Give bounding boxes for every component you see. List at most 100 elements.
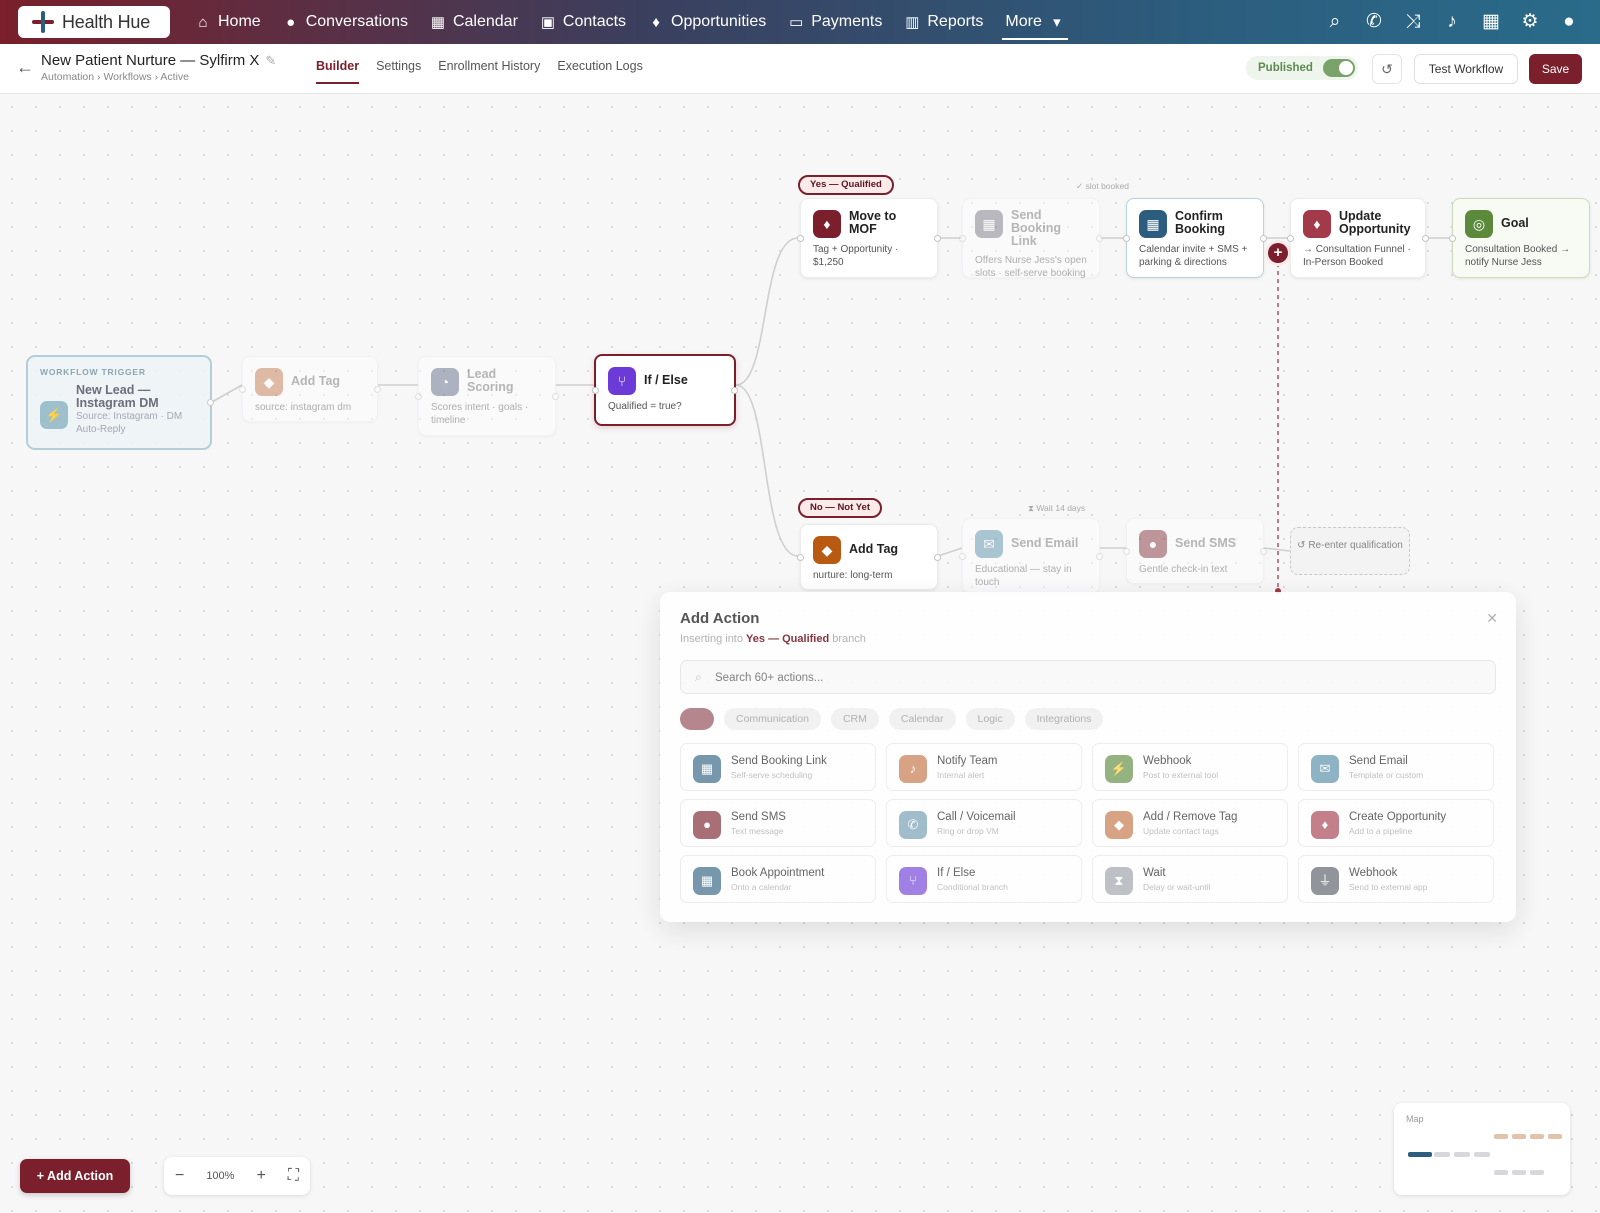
chart-icon: ▥: [905, 14, 920, 31]
test-workflow-button[interactable]: Test Workflow: [1414, 54, 1518, 84]
close-icon[interactable]: ✕: [1486, 610, 1498, 627]
chip-crm[interactable]: CRM: [830, 708, 879, 730]
pencil-icon[interactable]: ✎: [265, 53, 276, 68]
workflow-trigger-node[interactable]: WORKFLOW TRIGGER ⚡ New Lead — Instagram …: [26, 355, 214, 450]
action-create-opportunity[interactable]: ♦ Create Opportunity Add to a pipeline: [1298, 799, 1494, 847]
phone-icon[interactable]: ✆: [1363, 11, 1385, 33]
add-action-button[interactable]: + Add Action: [20, 1159, 130, 1193]
tag-icon: ◆: [813, 536, 841, 564]
action-title: If / Else: [937, 867, 976, 879]
user-icon[interactable]: ●: [1558, 11, 1580, 33]
tab-builder[interactable]: Builder: [316, 44, 360, 94]
input-port[interactable]: [592, 386, 599, 394]
node-send-email[interactable]: ✉ Send Email Educational — stay in touch: [959, 518, 1103, 594]
brand-mark-icon: [32, 11, 54, 33]
reenter-qualification-node[interactable]: ↺ Re-enter qualification: [1290, 527, 1410, 575]
node-move-to-mof[interactable]: ♦ Move to MOF Tag + Opportunity · $1,250: [797, 198, 941, 278]
chip-logic[interactable]: Logic: [965, 708, 1015, 730]
action-webhook[interactable]: ⏚ Webhook Send to external app: [1298, 855, 1494, 903]
chip-communication[interactable]: Communication: [724, 708, 821, 730]
action-add-remove-tag[interactable]: ◆ Add / Remove Tag Update contact tags: [1092, 799, 1288, 847]
node-title: Send SMS: [1175, 535, 1237, 550]
input-port[interactable]: [1123, 234, 1130, 242]
action-notify-team[interactable]: ♪ Notify Team Internal alert: [886, 743, 1082, 791]
calendar-icon: ▦: [693, 867, 721, 895]
calendar-icon[interactable]: ▦: [1480, 11, 1502, 33]
input-port[interactable]: [1123, 547, 1130, 555]
nav-item-calendar[interactable]: ▦ Calendar: [419, 0, 529, 44]
node-if-else[interactable]: ⑂ If / Else Qualified = true?: [592, 354, 738, 426]
node-update-opportunity[interactable]: ♦ Update Opportunity → Consultation Funn…: [1287, 198, 1429, 278]
input-port[interactable]: [1449, 234, 1456, 242]
nav-item-more[interactable]: More ▾: [994, 0, 1075, 44]
output-port[interactable]: [1260, 234, 1267, 242]
action-webhook[interactable]: ⚡ Webhook Post to external tool: [1092, 743, 1288, 791]
output-port[interactable]: [207, 399, 214, 406]
workflow-title[interactable]: New Patient Nurture — Sylfirm X ✎: [41, 52, 276, 69]
history-button[interactable]: ↺: [1372, 54, 1402, 84]
output-port[interactable]: [934, 553, 941, 561]
tab-execution-logs[interactable]: Execution Logs: [557, 44, 642, 94]
minimap[interactable]: Map: [1394, 1103, 1570, 1195]
minimap-label: Map: [1406, 1114, 1424, 1124]
gear-icon[interactable]: ⚙: [1519, 11, 1541, 33]
save-button[interactable]: Save: [1529, 54, 1582, 84]
chip-all[interactable]: [680, 708, 714, 730]
nav-item-conversations[interactable]: ● Conversations: [272, 0, 419, 44]
action-send-sms[interactable]: ● Send SMS Text message: [680, 799, 876, 847]
node-add-tag-nurture[interactable]: ◆ Add Tag nurture: long-term: [797, 524, 941, 590]
bell-icon[interactable]: ♪: [1441, 11, 1463, 33]
action-if-else[interactable]: ⑂ If / Else Conditional branch: [886, 855, 1082, 903]
fit-view-button[interactable]: ⛶: [288, 1167, 299, 1185]
action-wait[interactable]: ⧗ Wait Delay or wait-until: [1092, 855, 1288, 903]
input-port[interactable]: [959, 234, 966, 242]
node-goal[interactable]: ◎ Goal Consultation Booked → notify Nurs…: [1449, 198, 1590, 278]
back-arrow-icon[interactable]: ←: [16, 57, 34, 78]
node-send-sms[interactable]: ● Send SMS Gentle check-in text: [1123, 518, 1267, 584]
output-port[interactable]: [731, 386, 738, 394]
node-lead-scoring[interactable]: ◔ Lead Scoring Scores intent · goals · t…: [415, 356, 559, 436]
input-port[interactable]: [959, 552, 966, 560]
zoom-in-button[interactable]: +: [256, 1167, 265, 1185]
nav-item-opportunities[interactable]: ♦ Opportunities: [637, 0, 777, 44]
action-send-booking-link[interactable]: ▦ Send Booking Link Self-serve scheduling: [680, 743, 876, 791]
nav-item-contacts[interactable]: ▣ Contacts: [529, 0, 637, 44]
input-port[interactable]: [797, 553, 804, 561]
calendar-icon: ▦: [430, 14, 446, 31]
node-title: Send Booking Link: [1011, 208, 1061, 248]
brand-logo[interactable]: Health Hue: [18, 6, 170, 38]
zoom-out-button[interactable]: −: [175, 1167, 184, 1185]
action-send-email[interactable]: ✉ Send Email Template or custom: [1298, 743, 1494, 791]
chip-integrations[interactable]: Integrations: [1024, 708, 1104, 730]
input-port[interactable]: [415, 392, 422, 400]
action-call-voicemail[interactable]: ✆ Call / Voicemail Ring or drop VM: [886, 799, 1082, 847]
nav-item-label: Home: [218, 13, 261, 30]
tab-enrollment-history[interactable]: Enrollment History: [438, 44, 540, 94]
nav-item-payments[interactable]: ▭ Payments: [777, 0, 893, 44]
nav-item-reports[interactable]: ▥ Reports: [893, 0, 994, 44]
action-title: Book Appointment: [731, 867, 825, 879]
node-confirm-booking[interactable]: ▦ Confirm Booking Calendar invite + SMS …: [1123, 198, 1267, 278]
output-port[interactable]: [1422, 234, 1429, 242]
output-port[interactable]: [1096, 234, 1103, 242]
node-add-tag[interactable]: ◆ Add Tag source: instagram dm: [239, 356, 381, 422]
output-port[interactable]: [1096, 552, 1103, 560]
shuffle-icon[interactable]: ⤨: [1402, 11, 1424, 33]
action-search-input[interactable]: [715, 667, 1475, 689]
input-port[interactable]: [797, 234, 804, 242]
tab-settings[interactable]: Settings: [376, 44, 421, 94]
action-title: Webhook: [1143, 755, 1192, 767]
action-book-appointment[interactable]: ▦ Book Appointment Onto a calendar: [680, 855, 876, 903]
nav-item-home[interactable]: ⌂ Home: [184, 0, 272, 44]
output-port[interactable]: [934, 234, 941, 242]
search-icon[interactable]: ⌕: [1324, 11, 1346, 33]
published-toggle[interactable]: [1322, 59, 1355, 77]
output-port[interactable]: [374, 385, 381, 393]
input-port[interactable]: [239, 385, 246, 393]
node-send-booking-link[interactable]: ▦ Send Booking Link Offers Nurse Jess's …: [959, 198, 1103, 279]
chip-calendar[interactable]: Calendar: [888, 708, 956, 730]
output-port[interactable]: [1260, 547, 1267, 555]
output-port[interactable]: [552, 392, 559, 400]
input-port[interactable]: [1287, 234, 1294, 242]
insert-step-button[interactable]: +: [1268, 243, 1288, 263]
